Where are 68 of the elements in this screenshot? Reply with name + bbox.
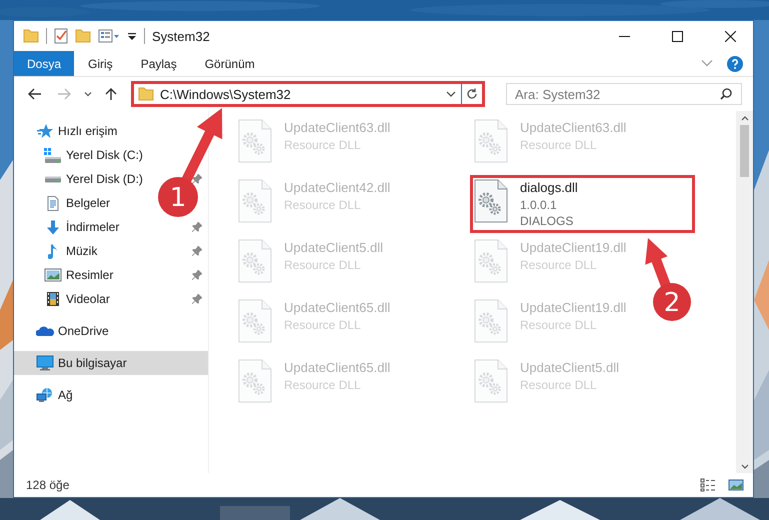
ribbon-tab[interactable]: Giriş xyxy=(74,51,127,76)
drive-icon xyxy=(44,148,62,162)
computer-icon xyxy=(36,355,54,371)
drive-icon xyxy=(44,176,62,182)
item-count: 128 öğe xyxy=(26,478,70,492)
gear-file-icon xyxy=(238,179,272,223)
view-icon[interactable] xyxy=(98,29,120,43)
cloud-icon xyxy=(36,326,54,336)
sidebar-item[interactable]: İndirmeler xyxy=(44,215,120,239)
refresh-icon[interactable] xyxy=(466,88,478,100)
help-icon[interactable] xyxy=(727,56,743,72)
gear-file-icon xyxy=(238,359,272,403)
file-name: dialogs.dll xyxy=(520,179,578,197)
music-note-icon xyxy=(48,244,58,258)
file-name: UpdateClient5.dll xyxy=(520,359,620,377)
address-bar[interactable]: C:\Windows\System32 xyxy=(131,81,485,107)
sidebar-item[interactable]: Yerel Disk (C:) xyxy=(44,143,143,167)
sidebar-item[interactable]: Videolar xyxy=(44,287,110,311)
step-badge: 1 xyxy=(158,177,198,217)
sidebar-item[interactable]: OneDrive xyxy=(36,319,109,343)
sidebar-item[interactable]: Belgeler xyxy=(44,191,110,215)
customize-caret-icon[interactable] xyxy=(127,31,137,41)
file-name: UpdateClient63.dll xyxy=(520,119,626,137)
search-icon xyxy=(720,88,732,100)
gear-file-icon xyxy=(238,239,272,283)
gear-file-icon xyxy=(474,179,508,223)
scrollbar[interactable] xyxy=(736,111,753,473)
chevron-down-icon[interactable] xyxy=(701,60,713,67)
gear-file-icon xyxy=(238,119,272,163)
picture-icon xyxy=(44,268,62,282)
properties-icon[interactable] xyxy=(54,28,68,44)
sidebar-item[interactable]: Yerel Disk (D:) xyxy=(44,167,143,191)
document-icon xyxy=(47,196,59,210)
file-detail: 1.0.0.1 xyxy=(520,197,558,213)
sidebar-item[interactable]: Hızlı erişim xyxy=(36,119,118,143)
sidebar-item[interactable]: Bu bilgisayar xyxy=(14,351,208,375)
file-name: UpdateClient42.dll xyxy=(284,179,390,197)
gear-file-icon xyxy=(474,299,508,343)
file-menu-tab[interactable]: Dosya xyxy=(14,51,74,76)
gear-file-icon xyxy=(474,119,508,163)
download-icon xyxy=(46,220,60,234)
network-icon xyxy=(36,387,54,403)
file-name: UpdateClient65.dll xyxy=(284,299,390,317)
sidebar-item[interactable]: Müzik xyxy=(44,239,98,263)
ribbon-tab[interactable]: Görünüm xyxy=(190,51,269,76)
file-item[interactable]: dialogs.dll 1.0.0.1 DIALOGS xyxy=(470,175,695,233)
gear-file-icon xyxy=(474,239,508,283)
star-icon xyxy=(37,123,53,139)
window-title: System32 xyxy=(152,28,210,44)
film-icon xyxy=(47,292,59,306)
ribbon-tab[interactable]: Paylaş xyxy=(126,51,191,76)
maximize-icon xyxy=(672,30,682,42)
file-name: UpdateClient65.dll xyxy=(284,359,390,377)
sidebar-item[interactable]: Ağ xyxy=(36,383,73,407)
sidebar-item[interactable]: Resimler xyxy=(44,263,114,287)
file-name: UpdateClient19.dll xyxy=(520,239,626,257)
step-badge: 2 xyxy=(653,283,691,321)
gear-file-icon xyxy=(238,299,272,343)
file-detail: DIALOGS xyxy=(520,213,574,229)
file-name: UpdateClient63.dll xyxy=(284,119,390,137)
address-path: C:\Windows\System32 xyxy=(160,86,292,102)
search-field[interactable]: Ara: System32 xyxy=(506,83,742,105)
folder-icon xyxy=(138,87,154,101)
file-name: UpdateClient19.dll xyxy=(520,299,626,317)
scroll-thumb[interactable] xyxy=(740,125,749,177)
gear-file-icon xyxy=(474,359,508,403)
file-name: UpdateClient5.dll xyxy=(284,239,384,257)
close-icon xyxy=(724,30,736,42)
